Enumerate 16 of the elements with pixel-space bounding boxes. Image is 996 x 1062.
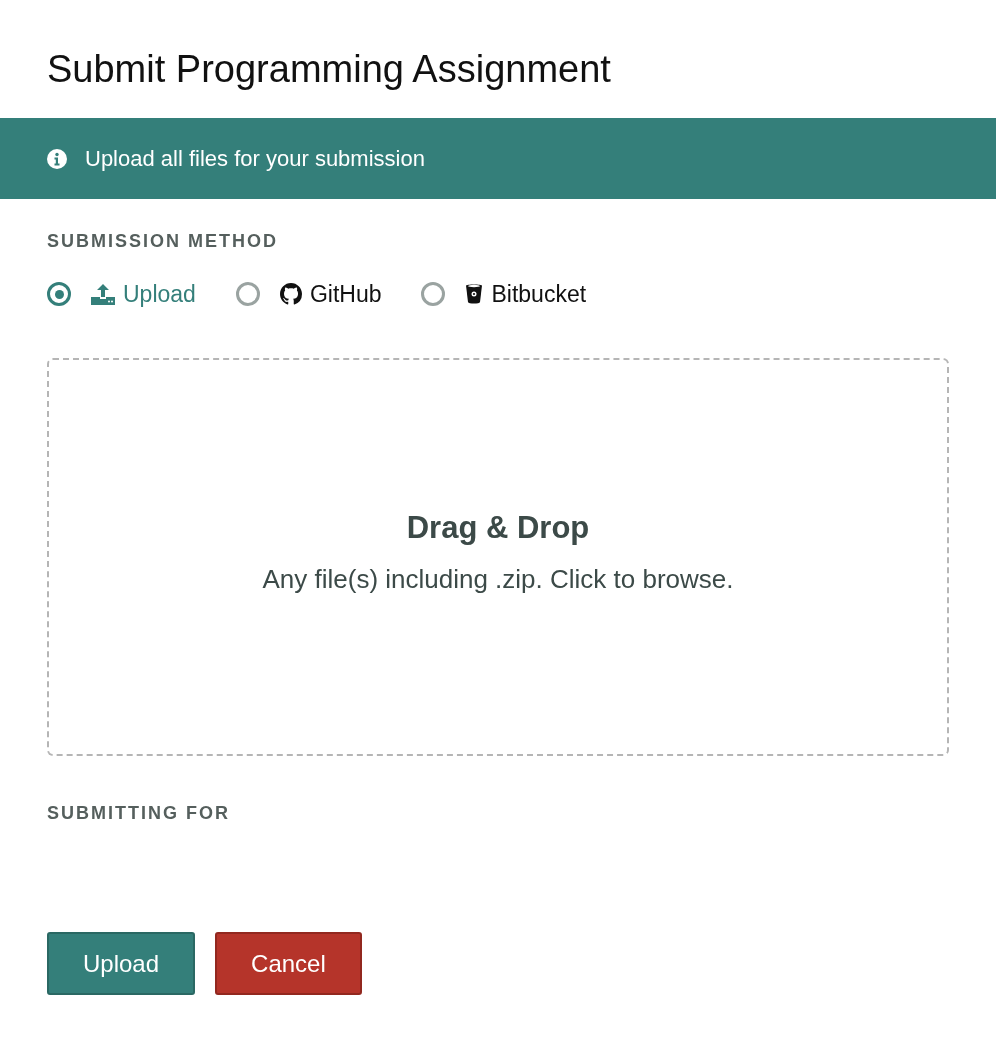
section-label: SUBMITTING FOR (47, 803, 231, 824)
drop-hint: Any file(s) including .zip. Click to browse. (262, 563, 734, 595)
info-icon (47, 148, 67, 169)
upload-icon (91, 283, 115, 305)
drop-zone[interactable]: Drag & Drop Any file(s) including .zip. Click to browse. (47, 358, 949, 756)
section-label: SUBMISSION METHOD (47, 231, 279, 252)
upload-button[interactable]: Upload (47, 932, 196, 995)
radio-option[interactable]: Bitbucket (421, 280, 587, 308)
radio-option[interactable]: Upload (47, 280, 196, 308)
bucket-icon (465, 283, 484, 305)
cat-icon (279, 283, 302, 305)
radio-option[interactable]: GitHub (235, 280, 382, 308)
cancel-button[interactable]: Cancel (215, 932, 362, 995)
drop-title: Drag & Drop (406, 509, 590, 546)
banner-text: Upload all files for your submission (85, 145, 425, 172)
dialog-title: Submit Programming Assignment (46, 47, 612, 92)
